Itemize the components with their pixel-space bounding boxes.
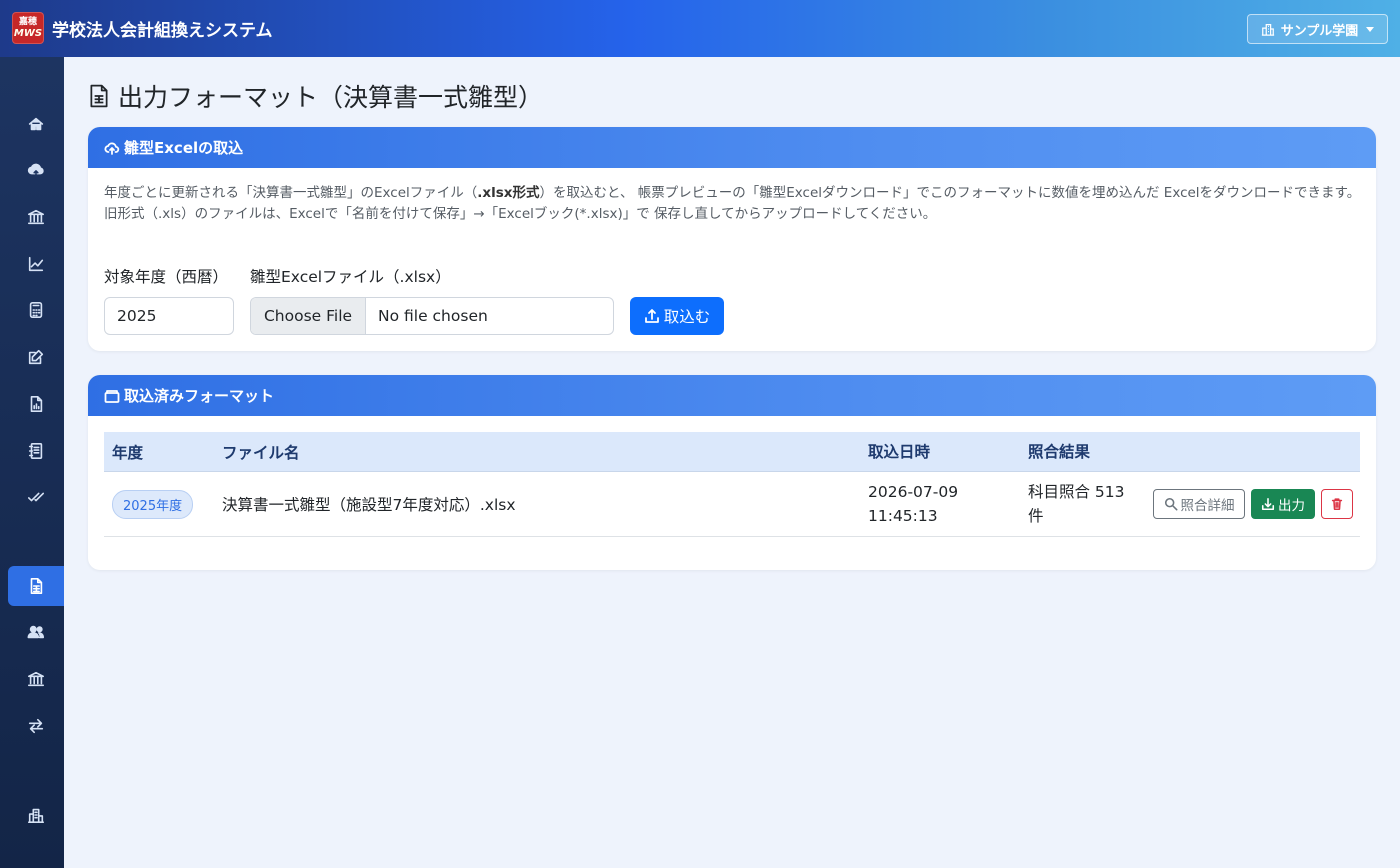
desc-text-1: 年度ごとに更新される「決算書一式雛型」のExcelファイル（ (104, 185, 478, 201)
sidebar-item-users[interactable] (8, 612, 64, 652)
archive-icon (104, 389, 120, 403)
imported-card-title: 取込済みフォーマット (124, 387, 275, 405)
import-date: 2026-07-09 (868, 483, 959, 501)
col-file: ファイル名 (222, 443, 300, 462)
import-button[interactable]: 取込む (630, 297, 724, 335)
journal-icon (28, 442, 43, 460)
sidebar-item-home[interactable] (8, 104, 64, 144)
sidebar-item-bank[interactable] (8, 197, 64, 237)
file-name-cell: 決算書一式雛型（施設型7年度対応）.xlsx (222, 496, 516, 514)
match-detail-label: 照合詳細 (1180, 498, 1235, 514)
users-icon (27, 625, 45, 639)
sidebar-item-output-format[interactable] (8, 566, 64, 606)
sidebar-item-institution[interactable] (8, 659, 64, 699)
logo-text-top: 嘉穂 (18, 17, 37, 27)
sidebar-item-chart[interactable] (8, 244, 64, 284)
year-input[interactable]: 2025 (104, 297, 234, 335)
col-result: 照合結果 (1028, 442, 1091, 461)
buildings-icon (27, 808, 45, 824)
spreadsheet-icon (30, 577, 43, 595)
building-icon (1261, 24, 1274, 36)
sidebar-item-journal[interactable] (8, 431, 64, 471)
sidebar-item-edit[interactable] (8, 337, 64, 377)
table-header: 年度 ファイル名 取込日時 照合結果 (104, 432, 1360, 472)
output-label: 出力 (1278, 498, 1305, 514)
swap-icon (28, 718, 44, 734)
imported-card-header: 取込済みフォーマット (88, 375, 1376, 416)
top-navbar: 嘉穂 MWS 学校法人会計組換えシステム サンプル学園 (0, 0, 1400, 57)
chart-line-icon (28, 256, 44, 272)
sidebar-item-check[interactable] (8, 477, 64, 517)
col-date: 取込日時 (868, 442, 931, 461)
desc-bold: .xlsx形式 (477, 185, 540, 201)
imported-formats-card: 取込済みフォーマット 年度 ファイル名 取込日時 照合結果 2025年度 決算書… (88, 375, 1376, 570)
sidebar-item-calculator[interactable] (8, 290, 64, 330)
logo-text-bottom: MWS (13, 28, 43, 39)
trash-icon (1331, 498, 1343, 511)
sidebar-item-upload[interactable] (8, 150, 64, 190)
choose-file-button[interactable]: Choose File (251, 298, 366, 334)
file-label: 雛型Excelファイル（.xlsx） (250, 268, 451, 286)
sidebar-item-report[interactable] (8, 384, 64, 424)
year-badge: 2025年度 (112, 489, 194, 519)
match-result-cell: 科目照合 513 件 (1028, 480, 1125, 528)
chevron-down-icon (1366, 26, 1375, 32)
page-title: 出力フォーマット（決算書一式雛型） (88, 78, 543, 114)
search-icon (1164, 497, 1177, 511)
cloud-upload-icon (104, 142, 120, 155)
file-input[interactable]: Choose File No file chosen (250, 297, 614, 335)
file-chart-icon (30, 395, 43, 413)
school-selector-label: サンプル学園 (1280, 23, 1359, 39)
institution-icon (27, 671, 45, 687)
file-status: No file chosen (378, 307, 488, 325)
import-template-card: 雛型Excelの取込 年度ごとに更新される「決算書一式雛型」のExcelファイル… (88, 127, 1376, 351)
sidebar-item-buildings[interactable] (8, 795, 64, 835)
year-label: 対象年度（西暦） (104, 268, 229, 286)
col-year: 年度 (112, 443, 144, 462)
import-card-title: 雛型Excelの取込 (124, 139, 244, 157)
import-description: 年度ごとに更新される「決算書一式雛型」のExcelファイル（.xlsx形式）を取… (104, 183, 1366, 225)
page-title-text: 出力フォーマット（決算書一式雛型） (118, 83, 544, 112)
check-all-icon (27, 492, 45, 502)
match-result-2: 件 (1028, 507, 1044, 525)
import-card-header: 雛型Excelの取込 (88, 127, 1376, 168)
table-row: 2025年度 決算書一式雛型（施設型7年度対応）.xlsx 2026-07-09… (104, 472, 1360, 537)
output-button[interactable]: 出力 (1251, 489, 1315, 519)
match-detail-button[interactable]: 照合詳細 (1153, 489, 1245, 519)
imported-formats-table: 年度 ファイル名 取込日時 照合結果 2025年度 決算書一式雛型（施設型7年度… (104, 432, 1360, 537)
import-button-label: 取込む (663, 308, 711, 326)
calculator-icon (29, 301, 43, 319)
home-icon (28, 117, 44, 131)
row-actions: 照合詳細 出力 (1153, 489, 1353, 519)
school-selector-dropdown[interactable]: サンプル学園 (1247, 14, 1388, 44)
brand-logo[interactable]: 嘉穂 MWS (12, 12, 44, 44)
import-date-cell: 2026-07-09 11:45:13 (868, 480, 958, 528)
upload-icon (644, 309, 659, 323)
edit-icon (28, 349, 44, 365)
desc-text-2: ）を取込むと、 帳票プレビューの「雛型Excelダウンロード」でこのフォーマット… (539, 185, 1361, 201)
bank-icon (27, 209, 45, 225)
cloud-upload-icon (27, 163, 44, 178)
desc-text-3: 旧形式（.xls）のファイルは、Excelで「名前を付けて保存」→「Excelブ… (104, 206, 937, 222)
app-title[interactable]: 学校法人会計組換えシステム (52, 16, 273, 41)
download-icon (1261, 497, 1275, 511)
sidebar (0, 57, 64, 868)
delete-button[interactable] (1321, 489, 1353, 519)
import-time: 11:45:13 (868, 507, 938, 525)
sidebar-item-swap[interactable] (8, 706, 64, 746)
year-badge-cell: 2025年度 (112, 489, 194, 519)
spreadsheet-icon (90, 84, 108, 108)
match-result-1: 科目照合 513 (1028, 483, 1125, 501)
